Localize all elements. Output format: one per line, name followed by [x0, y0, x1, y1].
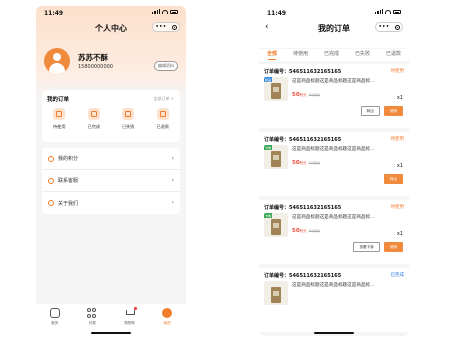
home-icon [49, 308, 60, 318]
status-bar: 11:49 [36, 6, 186, 20]
wifi-icon [385, 9, 391, 14]
product-name[interactable]: 这是商品标题这是商品标题这是商品标... [292, 214, 404, 220]
status-time: 11:49 [44, 10, 64, 17]
order-number: 订单编号：546511632165165 [264, 205, 342, 211]
username: 苏苏不酥 [78, 53, 108, 62]
use-button[interactable]: 使用 [383, 242, 403, 252]
product-tag: 卡券 [264, 213, 273, 218]
miniapp-capsule[interactable]: ••• [375, 22, 403, 32]
info-icon [48, 200, 54, 206]
order-card[interactable]: 订单编号：546511632165165 待使用 卡券 这是商品标题这是商品标题… [259, 132, 409, 196]
profile-screen: 11:49 个人中心 ••• 苏苏不酥 15800000000 编辑资料 我的订… [36, 6, 186, 336]
product-name[interactable]: 这是商品标题这是商品标题这是商品标... [292, 78, 404, 84]
use-button[interactable]: 使用 [383, 106, 403, 116]
menu-item-support[interactable]: 联系客服 › [42, 170, 180, 192]
home-indicator [91, 332, 131, 334]
all-orders-link[interactable]: 全部订单 > [153, 96, 174, 102]
home-indicator [314, 332, 354, 334]
product-tag: 卡券 [264, 145, 273, 150]
signal-icon [152, 9, 160, 14]
product-name[interactable]: 这是商品标题这是商品标题这是商品标... [292, 146, 404, 152]
order-status: 待使用 [390, 205, 405, 210]
tab-all[interactable]: 全部 [267, 49, 277, 61]
edit-profile-button[interactable]: 编辑资料 [154, 61, 178, 71]
avatar[interactable] [44, 48, 70, 74]
order-shortcut-failed[interactable]: 已失败 [113, 108, 143, 130]
transfer-button[interactable]: 转出 [360, 106, 380, 116]
order-shortcut-refunded[interactable]: 已退款 [148, 108, 178, 130]
my-orders-card: 我的订单 全部订单 > 待使用 已完成 已失败 已退款 [42, 90, 180, 142]
profile-icon [162, 308, 173, 318]
status-time: 11:49 [267, 10, 287, 17]
chevron-right-icon: › [171, 155, 174, 162]
orders-screen: 11:49 ‹ 我的订单 ••• 全部 待使用 已完成 已失败 已退款 订单编号… [259, 6, 409, 336]
product-price: 50积分 50积分 [292, 92, 321, 98]
order-card[interactable]: 订单编号：546511632165165 待使用 新品 这是商品标题这是商品标题… [259, 64, 409, 128]
menu-item-points[interactable]: 我的积分 › [42, 148, 180, 170]
tab-home[interactable]: 首页 [40, 308, 70, 336]
wifi-icon [162, 9, 168, 14]
tab-profile[interactable]: 我的 [152, 308, 182, 336]
tab-failed[interactable]: 已失败 [355, 49, 370, 61]
check-box-icon [87, 108, 100, 120]
chevron-right-icon: › [171, 177, 174, 184]
order-number: 订单编号：546511632165165 [264, 273, 342, 279]
tab-pending[interactable]: 待使用 [293, 49, 308, 61]
order-status: 待使用 [390, 69, 405, 74]
order-shortcut-pending[interactable]: 待使用 [44, 108, 74, 130]
profile-menu: 我的积分 › 联系客服 › 关于我们 › [42, 148, 180, 214]
order-status: 已完成 [390, 273, 405, 278]
status-bar: 11:49 [259, 6, 409, 20]
product-image[interactable]: 新品 [264, 77, 288, 101]
product-name[interactable]: 这是商品标题这是商品标题这是商品标... [292, 282, 404, 288]
category-icon [87, 308, 97, 318]
order-status: 待使用 [390, 137, 405, 142]
product-image[interactable] [264, 281, 288, 305]
ticket-icon [53, 108, 66, 120]
more-icon[interactable]: ••• [378, 24, 389, 30]
order-shortcut-completed[interactable]: 已完成 [79, 108, 109, 130]
tab-refunded[interactable]: 已退款 [386, 49, 401, 61]
battery-icon [393, 9, 401, 14]
signal-icon [375, 9, 383, 14]
battery-icon [170, 9, 178, 14]
product-price: 50积分 50积分 [292, 228, 321, 234]
product-qty: x1 [396, 95, 403, 101]
order-tabs: 全部 待使用 已完成 已失败 已退款 [259, 49, 409, 61]
miniapp-capsule[interactable]: ••• [152, 22, 180, 32]
chevron-right-icon: › [171, 199, 174, 206]
refund-icon [156, 108, 169, 120]
points-icon [48, 155, 54, 162]
menu-item-about[interactable]: 关于我们 › [42, 192, 180, 214]
view-coupon-button[interactable]: 查看卡券 [353, 242, 380, 252]
fail-box-icon [122, 108, 135, 120]
tab-completed[interactable]: 已完成 [324, 49, 339, 61]
product-price: 50积分 50积分 [292, 160, 321, 166]
order-card[interactable]: 订单编号：546511632165165 待使用 卡券 这是商品标题这是商品标题… [259, 200, 409, 264]
more-icon[interactable]: ••• [155, 24, 166, 30]
close-target-icon[interactable] [394, 24, 400, 30]
product-qty: x1 [396, 231, 403, 237]
my-orders-title: 我的订单 [47, 97, 70, 103]
close-target-icon[interactable] [171, 24, 177, 30]
product-tag: 新品 [264, 77, 273, 82]
product-image[interactable]: 卡券 [264, 213, 288, 237]
order-number: 订单编号：546511632165165 [264, 69, 342, 75]
support-icon [48, 177, 54, 184]
cart-icon [125, 307, 137, 318]
product-image[interactable]: 卡券 [264, 145, 288, 169]
transfer-button[interactable]: 转出 [383, 174, 403, 184]
user-phone: 15800000000 [78, 64, 113, 70]
product-qty: x1 [396, 163, 403, 169]
order-number: 订单编号：546511632165165 [264, 137, 342, 143]
order-card[interactable]: 订单编号：546511632165165 已完成 这是商品标题这是商品标题这是商… [259, 268, 409, 332]
